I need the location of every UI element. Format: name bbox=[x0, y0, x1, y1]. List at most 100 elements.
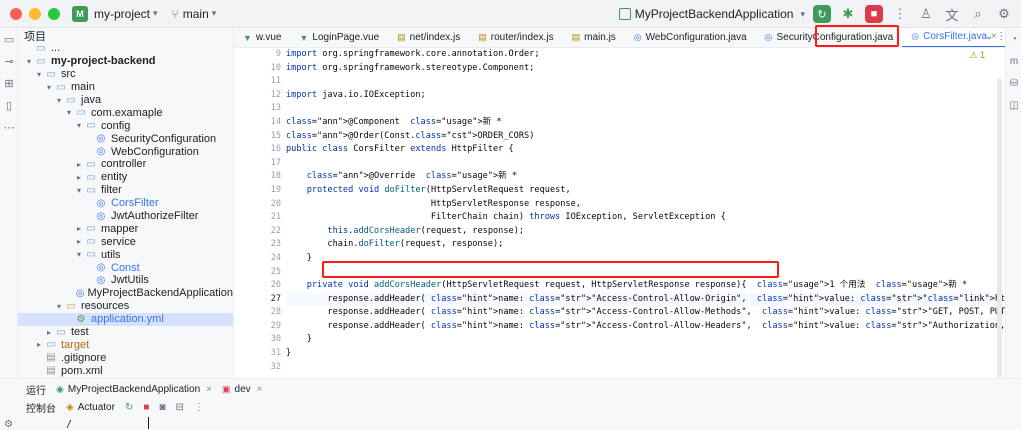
tree-item[interactable]: ▸ ▭ mapper bbox=[18, 222, 233, 235]
chevron-right-icon[interactable]: ▸ bbox=[44, 328, 54, 337]
code-line[interactable] bbox=[286, 75, 996, 89]
code-line[interactable]: } bbox=[286, 333, 996, 347]
code-line[interactable] bbox=[286, 361, 996, 375]
actuator-tab[interactable]: Actuator bbox=[78, 402, 115, 413]
tree-item[interactable]: ◎ JwtAuthorizeFilter bbox=[18, 210, 233, 223]
tree-item[interactable]: ◎ JwtUtils bbox=[18, 274, 233, 287]
code-line[interactable]: FilterChain chain) throws IOException, S… bbox=[286, 211, 996, 225]
console-tab[interactable]: 控制台 bbox=[26, 400, 56, 415]
code-line[interactable] bbox=[286, 102, 996, 116]
tree-item[interactable]: ⚙ application.yml bbox=[18, 312, 233, 326]
code-line[interactable]: } bbox=[286, 347, 996, 361]
chevron-down-icon[interactable]: ▾ bbox=[64, 108, 74, 117]
code-line[interactable]: protected void doFilter(HttpServletReque… bbox=[286, 184, 996, 198]
code-line[interactable]: class="ann">@Order(Const.class="cst">ORD… bbox=[286, 130, 996, 144]
code-line[interactable]: class="ann">@Override class="usage">新 * bbox=[286, 170, 996, 184]
tree-item[interactable]: ▾ ▭ my-project-backend bbox=[18, 55, 233, 68]
branch-selector[interactable]: main bbox=[183, 7, 209, 21]
code-line[interactable]: class="ann">@Component class="usage">新 * bbox=[286, 116, 996, 130]
tree-item[interactable]: ▸ ▭ service bbox=[18, 235, 233, 248]
close-icon[interactable]: × bbox=[257, 384, 263, 395]
code-editor[interactable]: 9 10 11 12 13 14 15 16 17 18 19 20 21 22 23 24 25 26 27 28 2… bbox=[234, 48, 1005, 378]
run-config-selector[interactable]: MyProjectBackendApplication ▾ bbox=[618, 7, 805, 21]
code-line[interactable]: import java.io.IOException; bbox=[286, 89, 996, 103]
tree-item[interactable]: ▾ ▭ com.examaple bbox=[18, 106, 233, 119]
code-line[interactable]: public class CorsFilter extends HttpFilt… bbox=[286, 143, 996, 157]
chevron-right-icon[interactable]: ▸ bbox=[34, 340, 44, 349]
chevron-down-icon[interactable]: ▾ bbox=[44, 83, 54, 92]
code-line[interactable]: response.addHeader( class="hint">name: c… bbox=[286, 320, 1005, 334]
code-line[interactable]: } bbox=[286, 252, 996, 266]
stop-icon[interactable]: ■ bbox=[143, 402, 149, 413]
tree-item[interactable]: ▸ ▭ entity bbox=[18, 171, 233, 184]
chevron-down-icon[interactable]: ▾ bbox=[54, 302, 64, 311]
tree-item[interactable]: ▭... bbox=[18, 42, 233, 55]
code-line[interactable]: response.addHeader( class="hint">name: c… bbox=[286, 292, 1005, 307]
minimize-window-button[interactable] bbox=[29, 7, 41, 20]
code-area[interactable]: import org.springframework.core.annotati… bbox=[286, 48, 1005, 375]
more-actions-icon[interactable]: ⋮ bbox=[891, 5, 909, 23]
tree-item[interactable]: ◎ SecurityConfiguration bbox=[18, 132, 233, 145]
tree-item[interactable]: ▤ .gitignore bbox=[18, 351, 233, 364]
code-line[interactable] bbox=[286, 157, 996, 171]
chevron-down-icon[interactable]: ▾ bbox=[74, 121, 84, 130]
editor-tab[interactable]: ▤ net/index.js bbox=[388, 28, 469, 47]
project-selector[interactable]: my-project bbox=[94, 7, 150, 21]
editor-tab[interactable]: ▼ w.vue bbox=[234, 28, 291, 47]
tree-item[interactable]: ◎ WebConfiguration bbox=[18, 145, 233, 158]
chevron-down-icon[interactable]: ▾ bbox=[34, 70, 44, 79]
tree-item[interactable]: ▾ ▭ resources bbox=[18, 300, 233, 313]
chevron-down-icon[interactable]: ▾ bbox=[74, 186, 84, 195]
tree-item[interactable]: ▾ ▭ main bbox=[18, 81, 233, 94]
maven-icon[interactable]: m bbox=[1006, 50, 1021, 72]
code-line[interactable]: chain.doFilter(request, response); bbox=[286, 238, 996, 252]
maximize-window-button[interactable] bbox=[48, 7, 60, 20]
editor-scrollbar[interactable] bbox=[997, 78, 1002, 378]
code-line[interactable]: import org.springframework.stereotype.Co… bbox=[286, 62, 996, 76]
tree-item[interactable]: ▾ ▭ utils bbox=[18, 248, 233, 261]
tree-item[interactable]: ◎ MyProjectBackendApplication bbox=[18, 287, 233, 300]
close-window-button[interactable] bbox=[10, 7, 22, 20]
tree-item[interactable]: ▸ ▭ test bbox=[18, 326, 233, 339]
gradle-icon[interactable]: ◫ bbox=[1006, 94, 1021, 116]
more-icon[interactable]: ⋮ bbox=[194, 402, 204, 413]
tree-item[interactable]: ▤ pom.xml bbox=[18, 364, 233, 377]
stop-button[interactable]: ■ bbox=[865, 5, 883, 23]
debug-icon[interactable]: ✱ bbox=[839, 5, 857, 23]
profile-icon[interactable]: ♙ bbox=[917, 5, 935, 23]
folder-icon[interactable]: ▭ bbox=[0, 28, 18, 50]
commit-icon[interactable]: ⊸ bbox=[0, 50, 18, 72]
editor-tab[interactable]: ▼ LoginPage.vue bbox=[291, 28, 389, 47]
close-icon[interactable]: × bbox=[206, 384, 212, 395]
settings-icon[interactable]: ⚙ bbox=[995, 5, 1013, 23]
tree-item[interactable]: ◎ CorsFilter bbox=[18, 197, 233, 210]
translate-icon[interactable]: 文 bbox=[943, 5, 961, 23]
code-line[interactable] bbox=[286, 266, 996, 280]
editor-tab[interactable]: ◎ WebConfiguration.java bbox=[625, 28, 756, 47]
chevron-right-icon[interactable]: ▸ bbox=[74, 160, 84, 169]
rerun-button[interactable]: ↻ bbox=[813, 5, 831, 23]
notifications-icon[interactable]: ◔ bbox=[1006, 28, 1021, 50]
code-line[interactable]: private void addCorsHeader(HttpServletRe… bbox=[286, 279, 996, 293]
tree-item[interactable]: ▾ ▭ java bbox=[18, 94, 233, 107]
tree-item[interactable]: ▸ ▭ controller bbox=[18, 158, 233, 171]
rerun-icon[interactable]: ↻ bbox=[125, 402, 133, 413]
settings-icon[interactable]: ⚙ bbox=[4, 419, 13, 430]
editor-tab[interactable]: ◎ SecurityConfiguration.java bbox=[756, 28, 903, 47]
run-tab-dev[interactable]: dev bbox=[235, 384, 251, 395]
chevron-down-icon[interactable]: ▾ bbox=[54, 96, 64, 105]
more-icon[interactable]: ⋯ bbox=[0, 116, 18, 138]
tree-item[interactable]: ◎ Const bbox=[18, 261, 233, 274]
database-icon[interactable]: ⛁ bbox=[1006, 72, 1021, 94]
project-badge[interactable]: M bbox=[72, 5, 88, 22]
tree-item[interactable]: ▾ ▭ src bbox=[18, 68, 233, 81]
code-line[interactable]: response.addHeader( class="hint">name: c… bbox=[286, 306, 1005, 320]
bookmark-icon[interactable]: ▯ bbox=[0, 94, 18, 116]
camera-icon[interactable]: ◙ bbox=[159, 402, 165, 413]
run-tab-app[interactable]: MyProjectBackendApplication bbox=[68, 384, 200, 395]
editor-tab[interactable]: ▤ main.js bbox=[563, 28, 625, 47]
structure-icon[interactable]: ⊞ bbox=[0, 72, 18, 94]
code-line[interactable]: import org.springframework.core.annotati… bbox=[286, 48, 996, 62]
layout-icon[interactable]: ⊟ bbox=[175, 402, 183, 413]
tree-item[interactable]: ▾ ▭ config bbox=[18, 119, 233, 132]
